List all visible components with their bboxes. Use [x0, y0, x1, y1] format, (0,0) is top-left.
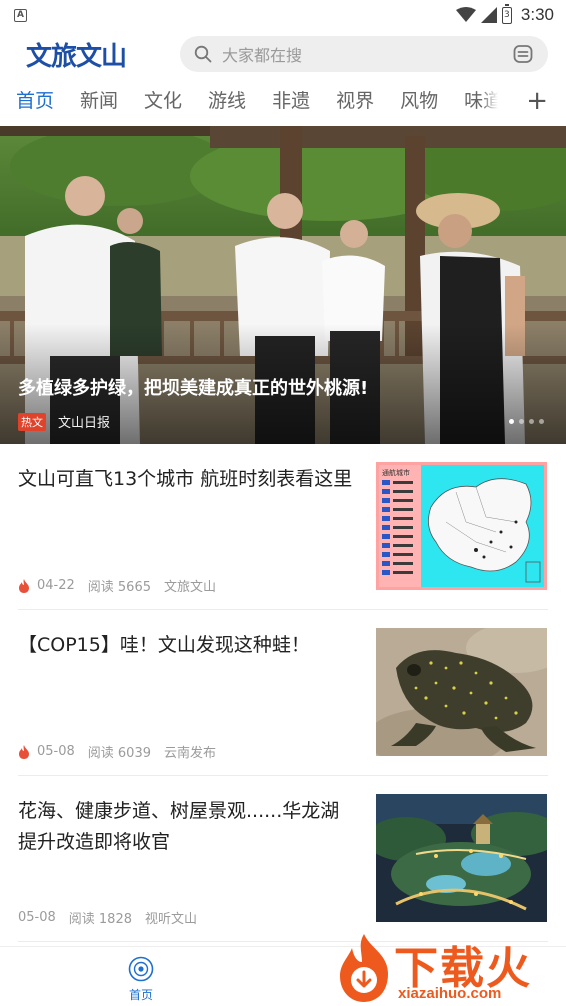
hot-badge: 热文 [18, 412, 46, 431]
news-thumbnail[interactable] [376, 628, 547, 756]
news-item[interactable]: 花海、健康步道、树屋景观......华龙湖提升改造即将收官 05-08 阅读 1… [0, 776, 566, 942]
tab-flavor[interactable]: 味道 [464, 80, 502, 122]
carousel-dot [519, 419, 524, 424]
tab-home[interactable]: 首页 [16, 80, 54, 122]
news-thumbnail[interactable]: 通航城市 [376, 462, 547, 590]
thumbnail-caption: 通航城市 [382, 469, 410, 477]
news-reads: 阅读 5665 [87, 580, 151, 595]
banner-source: 文山日报 [58, 416, 111, 431]
banner-meta: 热文 文山日报 [18, 412, 110, 431]
search-placeholder: 大家都在搜 [222, 46, 303, 65]
news-reads: 阅读 6039 [87, 746, 151, 761]
status-time: 3:30 [520, 5, 554, 24]
news-thumbnail[interactable] [376, 794, 547, 922]
carousel-indicator [509, 419, 544, 424]
tab-culture[interactable]: 文化 [144, 80, 182, 122]
signal-icon [480, 7, 497, 23]
news-title[interactable]: 花海、健康步道、树屋景观......华龙湖提升改造即将收官 [18, 796, 358, 858]
search-icon [194, 45, 212, 63]
home-icon [128, 956, 154, 982]
wifi-icon [455, 7, 476, 22]
news-title[interactable]: 【COP15】哇！文山发现这种蛙！ [18, 630, 358, 661]
app-notification-icon: A [14, 8, 27, 22]
news-title[interactable]: 文山可直飞13个城市 航班时刻表看这里 [18, 464, 358, 495]
banner-title[interactable]: 多植绿多护绿，把坝美建成真正的世外桃源! [18, 374, 368, 400]
watermark-url: xiazaihuo.com [398, 985, 502, 1002]
lake-park-image [376, 794, 547, 922]
app-logo: 文旅文山 [26, 41, 127, 72]
carousel-dot [539, 419, 544, 424]
carousel-dot [509, 419, 514, 424]
battery-level: 3 [504, 10, 510, 20]
nav-home-label: 首页 [128, 988, 153, 1002]
china-map-image [376, 462, 547, 590]
news-source: 云南发布 [164, 746, 217, 761]
fire-icon [19, 578, 29, 593]
scan-icon[interactable] [512, 43, 534, 65]
news-source: 文旅文山 [164, 580, 217, 595]
news-meta: 05-08 阅读 6039 云南发布 [18, 742, 229, 761]
category-tabs: 首页 新闻 文化 游线 非遗 视界 风物 味道 + [0, 80, 566, 122]
tab-local-products[interactable]: 风物 [400, 80, 438, 122]
banner-carousel[interactable]: 多植绿多护绿，把坝美建成真正的世外桃源! 热文 文山日报 [0, 126, 566, 444]
tab-vision[interactable]: 视界 [336, 80, 374, 122]
fire-icon [19, 744, 29, 759]
news-item[interactable]: 【COP15】哇！文山发现这种蛙！ 05-08 阅读 6039 云南发布 [0, 610, 566, 776]
battery-icon: 3 [501, 3, 512, 24]
news-source: 视听文山 [145, 912, 198, 927]
header: 文旅文山 大家都在搜 [0, 34, 566, 74]
search-bar[interactable]: 大家都在搜 [180, 36, 548, 72]
add-tab-button[interactable]: + [512, 80, 548, 122]
news-date: 05-08 [37, 744, 75, 759]
news-date: 04-22 [37, 578, 75, 593]
frog-image [376, 628, 547, 756]
tab-news[interactable]: 新闻 [80, 80, 118, 122]
watermark: 下载火 xiazaihuo.com [332, 930, 560, 1006]
news-meta: 05-08 阅读 1828 视听文山 [18, 908, 210, 927]
news-date: 05-08 [18, 910, 56, 925]
status-bar: A 3 3:30 [0, 0, 566, 30]
news-reads: 阅读 1828 [68, 912, 132, 927]
news-meta: 04-22 阅读 5665 文旅文山 [18, 576, 229, 595]
nav-home-button[interactable]: 首页 [124, 955, 158, 1003]
tab-intangible-heritage[interactable]: 非遗 [272, 80, 310, 122]
tab-tour-routes[interactable]: 游线 [208, 80, 246, 122]
news-item[interactable]: 文山可直飞13个城市 航班时刻表看这里 04-22 阅读 5665 文旅文山 通… [0, 444, 566, 610]
carousel-dot [529, 419, 534, 424]
flame-logo-icon [340, 934, 388, 1002]
